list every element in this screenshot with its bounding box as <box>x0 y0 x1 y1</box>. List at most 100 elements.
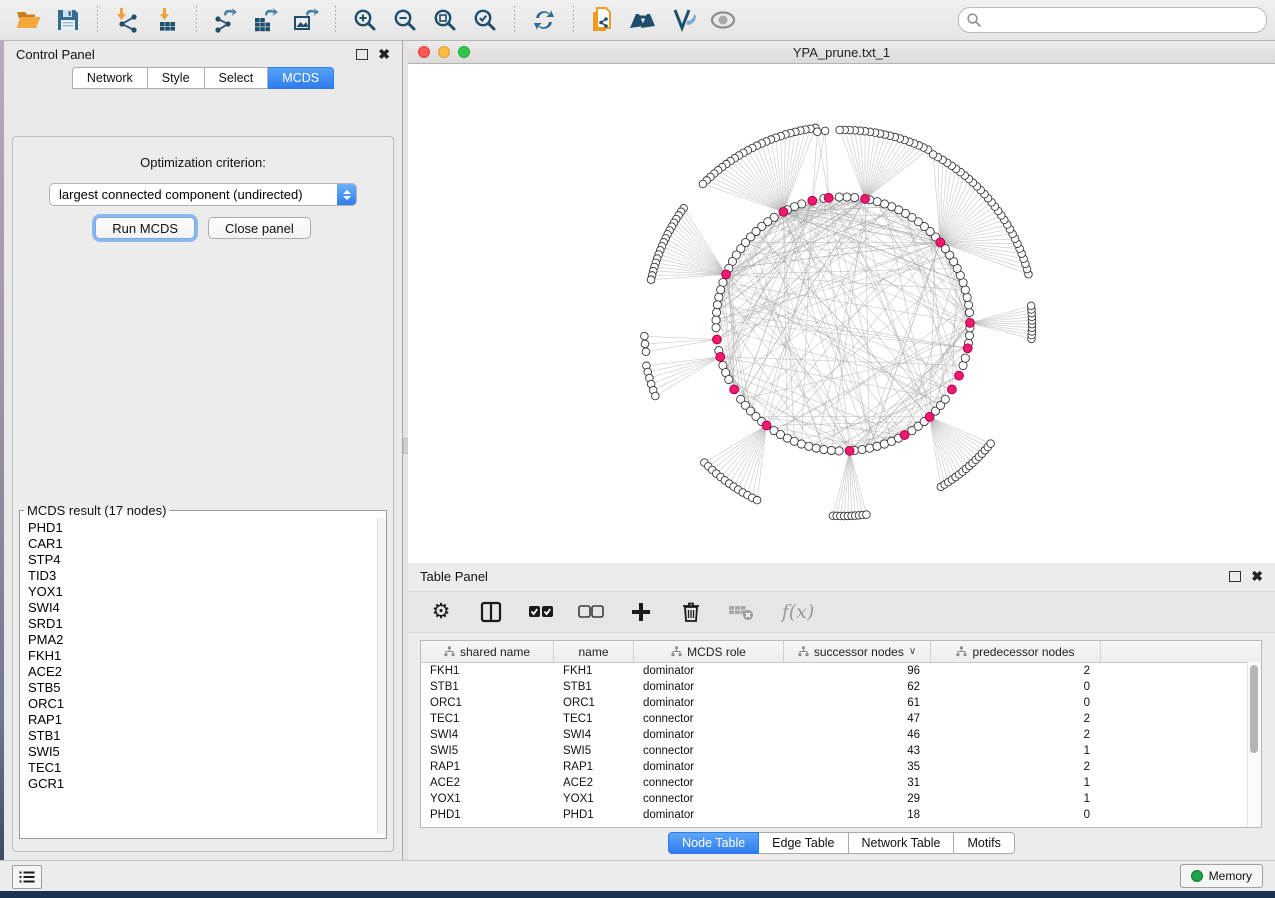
mcds-hub-node[interactable] <box>716 352 725 361</box>
column-header-predecessor-nodes[interactable]: predecessor nodes <box>931 641 1101 662</box>
network-node[interactable] <box>873 198 881 206</box>
mcds-hub-node[interactable] <box>955 371 964 380</box>
run-mcds-button[interactable]: Run MCDS <box>95 217 195 239</box>
show-hide-button[interactable] <box>706 4 740 36</box>
mcds-item[interactable]: YOX1 <box>21 584 378 600</box>
import-table-button[interactable] <box>150 4 184 36</box>
mcds-item[interactable]: ACE2 <box>21 664 378 680</box>
network-node[interactable] <box>965 331 973 339</box>
mcds-item[interactable]: STB1 <box>21 728 378 744</box>
network-node[interactable] <box>712 308 720 316</box>
mcds-item[interactable]: TEC1 <box>21 760 378 776</box>
network-node[interactable] <box>652 392 660 400</box>
zoom-out-button[interactable] <box>388 4 422 36</box>
mcds-hub-node[interactable] <box>936 238 945 247</box>
criterion-dropdown[interactable]: largest connected component (undirected) <box>49 183 357 206</box>
mcds-hub-node[interactable] <box>861 195 870 204</box>
settings-button[interactable]: ⚙ <box>428 599 454 625</box>
vizmapper-button[interactable] <box>666 4 700 36</box>
table-row[interactable]: FKH1FKH1dominator962 <box>421 663 1261 679</box>
select-all-button[interactable] <box>528 599 554 625</box>
delete-table-button[interactable] <box>728 599 754 625</box>
mcds-hub-node[interactable] <box>730 385 739 394</box>
tab-motifs[interactable]: Motifs <box>954 832 1014 854</box>
network-node[interactable] <box>1027 302 1035 310</box>
mcds-item[interactable]: FKH1 <box>21 648 378 664</box>
network-node[interactable] <box>713 301 721 309</box>
network-node[interactable] <box>821 127 829 135</box>
mcds-hub-node[interactable] <box>925 412 934 421</box>
close-panel-button[interactable]: Close panel <box>208 217 311 239</box>
mcds-item[interactable]: ORC1 <box>21 696 378 712</box>
network-node[interactable] <box>712 324 720 332</box>
deselect-all-button[interactable] <box>578 599 604 625</box>
mcds-item[interactable]: GCR1 <box>21 776 378 792</box>
table-row[interactable]: STB1STB1dominator620 <box>421 679 1261 695</box>
maximize-window-icon[interactable] <box>458 46 470 58</box>
column-header-name[interactable]: name <box>554 641 634 662</box>
network-node[interactable] <box>865 444 873 452</box>
mcds-hub-node[interactable] <box>845 446 854 455</box>
new-network-button[interactable] <box>586 4 620 36</box>
network-node[interactable] <box>835 447 843 455</box>
network-node[interactable] <box>642 348 650 356</box>
column-header-shared-name[interactable]: shared name <box>421 641 554 662</box>
network-node[interactable] <box>712 316 720 324</box>
mcds-item[interactable]: PHD1 <box>21 520 378 536</box>
mcds-item[interactable]: TID3 <box>21 568 378 584</box>
table-row[interactable]: RAP1RAP1dominator352 <box>421 759 1261 775</box>
network-node[interactable] <box>843 193 851 201</box>
task-history-button[interactable] <box>12 865 42 889</box>
table-row[interactable]: TEC1TEC1connector472 <box>421 711 1261 727</box>
network-node[interactable] <box>805 442 813 450</box>
memory-button[interactable]: Memory <box>1180 864 1263 888</box>
network-node[interactable] <box>863 511 871 519</box>
tab-mcds[interactable]: MCDS <box>268 67 334 89</box>
network-node[interactable] <box>987 440 995 448</box>
close-panel-icon[interactable]: ✖ <box>1251 571 1263 581</box>
tab-style[interactable]: Style <box>148 67 205 89</box>
table-row[interactable]: YOX1YOX1connector291 <box>421 791 1261 807</box>
mcds-hub-node[interactable] <box>966 318 975 327</box>
search-input[interactable] <box>982 10 1266 30</box>
table-scrollbar-thumb[interactable] <box>1250 665 1258 753</box>
mcds-item[interactable]: SRD1 <box>21 616 378 632</box>
network-node[interactable] <box>820 445 828 453</box>
add-button[interactable] <box>628 599 654 625</box>
first-neighbors-button[interactable] <box>626 4 660 36</box>
tab-node-table[interactable]: Node Table <box>668 832 759 854</box>
mcds-hub-node[interactable] <box>808 196 817 205</box>
table-row[interactable]: ORC1ORC1dominator610 <box>421 695 1261 711</box>
network-node[interactable] <box>827 446 835 454</box>
table-row[interactable]: PHD1PHD1dominator180 <box>421 807 1261 823</box>
table-row[interactable]: SWI4SWI4dominator462 <box>421 727 1261 743</box>
network-canvas[interactable] <box>408 64 1275 563</box>
mcds-hub-node[interactable] <box>722 270 731 279</box>
network-node[interactable] <box>964 301 972 309</box>
mcds-hub-node[interactable] <box>947 385 956 394</box>
mcds-item[interactable]: SWI5 <box>21 744 378 760</box>
function-builder-button[interactable]: f(x) <box>778 599 818 625</box>
network-node[interactable] <box>715 293 723 301</box>
network-node[interactable] <box>929 151 937 159</box>
zoom-in-button[interactable] <box>348 4 382 36</box>
close-window-icon[interactable] <box>418 46 430 58</box>
refresh-button[interactable] <box>527 4 561 36</box>
table-row[interactable]: ACE2ACE2connector311 <box>421 775 1261 791</box>
network-node[interactable] <box>641 340 649 348</box>
network-node[interactable] <box>753 496 761 504</box>
network-node[interactable] <box>836 126 844 134</box>
network-node[interactable] <box>641 332 649 340</box>
tab-select[interactable]: Select <box>205 67 269 89</box>
open-file-button[interactable] <box>11 4 45 36</box>
table-scrollbar[interactable] <box>1247 662 1261 827</box>
toolbar-search[interactable] <box>958 7 1267 33</box>
network-node[interactable] <box>963 293 971 301</box>
tab-edge-table[interactable]: Edge Table <box>759 832 848 854</box>
mcds-item[interactable]: CAR1 <box>21 536 378 552</box>
export-image-button[interactable] <box>289 4 323 36</box>
close-panel-icon[interactable]: ✖ <box>378 49 390 59</box>
network-node[interactable] <box>965 308 973 316</box>
float-window-icon[interactable] <box>356 49 368 60</box>
import-network-button[interactable] <box>110 4 144 36</box>
